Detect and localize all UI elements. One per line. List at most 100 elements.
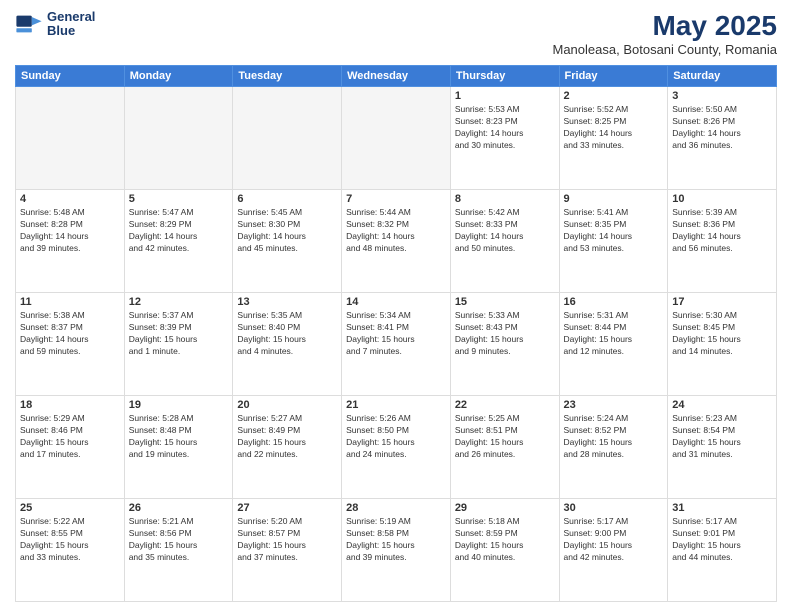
week-row-2: 4 Sunrise: 5:48 AM Sunset: 8:28 PM Daylig…	[16, 190, 777, 293]
day-info: Sunrise: 5:17 AM Sunset: 9:01 PM Dayligh…	[672, 516, 772, 564]
day-info: Sunrise: 5:48 AM Sunset: 8:28 PM Dayligh…	[20, 207, 120, 255]
day-number: 8	[455, 193, 555, 205]
cell-w4-d4: 22 Sunrise: 5:25 AM Sunset: 8:51 PM Dayli…	[450, 396, 559, 499]
cell-w3-d3: 14 Sunrise: 5:34 AM Sunset: 8:41 PM Dayli…	[342, 293, 451, 396]
day-number: 12	[129, 296, 229, 308]
col-monday: Monday	[124, 66, 233, 87]
day-info: Sunrise: 5:18 AM Sunset: 8:59 PM Dayligh…	[455, 516, 555, 564]
cell-w5-d6: 31 Sunrise: 5:17 AM Sunset: 9:01 PM Dayli…	[668, 499, 777, 602]
header: General Blue May 2025 Manoleasa, Botosan…	[15, 10, 777, 57]
day-info: Sunrise: 5:33 AM Sunset: 8:43 PM Dayligh…	[455, 310, 555, 358]
day-info: Sunrise: 5:41 AM Sunset: 8:35 PM Dayligh…	[564, 207, 664, 255]
subtitle: Manoleasa, Botosani County, Romania	[553, 42, 778, 57]
page: General Blue May 2025 Manoleasa, Botosan…	[0, 0, 792, 612]
day-number: 6	[237, 193, 337, 205]
week-row-4: 18Sunrise: 5:29 AM Sunset: 8:46 PM Dayli…	[16, 396, 777, 499]
day-number: 7	[346, 193, 446, 205]
week-row-5: 25 Sunrise: 5:22 AM Sunset: 8:55 PM Dayli…	[16, 499, 777, 602]
cell-w1-d3	[342, 87, 451, 190]
col-friday: Friday	[559, 66, 668, 87]
day-number: 28	[346, 502, 446, 514]
day-info: Sunrise: 5:31 AM Sunset: 8:44 PM Dayligh…	[564, 310, 664, 358]
cell-w4-d2: 20 Sunrise: 5:27 AM Sunset: 8:49 PM Dayli…	[233, 396, 342, 499]
day-info: Sunrise: 5:24 AM Sunset: 8:52 PM Dayligh…	[564, 413, 664, 461]
cell-w4-d5: 23 Sunrise: 5:24 AM Sunset: 8:52 PM Dayli…	[559, 396, 668, 499]
day-info: Sunrise: 5:37 AM Sunset: 8:39 PM Dayligh…	[129, 310, 229, 358]
cell-w2-d4: 8 Sunrise: 5:42 AM Sunset: 8:33 PM Daylig…	[450, 190, 559, 293]
day-info: Sunrise: 5:52 AM Sunset: 8:25 PM Dayligh…	[564, 104, 664, 152]
day-info: Sunrise: 5:45 AM Sunset: 8:30 PM Dayligh…	[237, 207, 337, 255]
day-info: Sunrise: 5:22 AM Sunset: 8:55 PM Dayligh…	[20, 516, 120, 564]
day-info: Sunrise: 5:26 AM Sunset: 8:50 PM Dayligh…	[346, 413, 446, 461]
col-sunday: Sunday	[16, 66, 125, 87]
day-number: 21	[346, 399, 446, 411]
day-info: Sunrise: 5:27 AM Sunset: 8:49 PM Dayligh…	[237, 413, 337, 461]
cell-w1-d5: 2Sunrise: 5:52 AM Sunset: 8:25 PM Daylig…	[559, 87, 668, 190]
col-tuesday: Tuesday	[233, 66, 342, 87]
calendar-table: Sunday Monday Tuesday Wednesday Thursday…	[15, 65, 777, 602]
day-info: Sunrise: 5:47 AM Sunset: 8:29 PM Dayligh…	[129, 207, 229, 255]
cell-w5-d1: 26 Sunrise: 5:21 AM Sunset: 8:56 PM Dayli…	[124, 499, 233, 602]
day-number: 14	[346, 296, 446, 308]
cell-w2-d1: 5 Sunrise: 5:47 AM Sunset: 8:29 PM Daylig…	[124, 190, 233, 293]
cell-w2-d6: 10Sunrise: 5:39 AM Sunset: 8:36 PM Dayli…	[668, 190, 777, 293]
day-number: 20	[237, 399, 337, 411]
cell-w3-d4: 15 Sunrise: 5:33 AM Sunset: 8:43 PM Dayli…	[450, 293, 559, 396]
cell-w3-d1: 12 Sunrise: 5:37 AM Sunset: 8:39 PM Dayli…	[124, 293, 233, 396]
day-number: 4	[20, 193, 120, 205]
cell-w4-d1: 19Sunrise: 5:28 AM Sunset: 8:48 PM Dayli…	[124, 396, 233, 499]
cell-w4-d0: 18Sunrise: 5:29 AM Sunset: 8:46 PM Dayli…	[16, 396, 125, 499]
day-info: Sunrise: 5:50 AM Sunset: 8:26 PM Dayligh…	[672, 104, 772, 152]
day-number: 17	[672, 296, 772, 308]
cell-w2-d3: 7 Sunrise: 5:44 AM Sunset: 8:32 PM Daylig…	[342, 190, 451, 293]
day-number: 26	[129, 502, 229, 514]
week-row-3: 11 Sunrise: 5:38 AM Sunset: 8:37 PM Dayli…	[16, 293, 777, 396]
logo-icon	[15, 10, 43, 38]
day-info: Sunrise: 5:42 AM Sunset: 8:33 PM Dayligh…	[455, 207, 555, 255]
day-number: 23	[564, 399, 664, 411]
day-info: Sunrise: 5:17 AM Sunset: 9:00 PM Dayligh…	[564, 516, 664, 564]
cell-w2-d0: 4 Sunrise: 5:48 AM Sunset: 8:28 PM Daylig…	[16, 190, 125, 293]
day-info: Sunrise: 5:39 AM Sunset: 8:36 PM Dayligh…	[672, 207, 772, 255]
cell-w5-d4: 29 Sunrise: 5:18 AM Sunset: 8:59 PM Dayli…	[450, 499, 559, 602]
day-number: 15	[455, 296, 555, 308]
main-title: May 2025	[553, 10, 778, 42]
day-info: Sunrise: 5:38 AM Sunset: 8:37 PM Dayligh…	[20, 310, 120, 358]
header-row: Sunday Monday Tuesday Wednesday Thursday…	[16, 66, 777, 87]
cell-w1-d0	[16, 87, 125, 190]
col-wednesday: Wednesday	[342, 66, 451, 87]
day-number: 22	[455, 399, 555, 411]
day-info: Sunrise: 5:21 AM Sunset: 8:56 PM Dayligh…	[129, 516, 229, 564]
day-number: 24	[672, 399, 772, 411]
day-number: 25	[20, 502, 120, 514]
cell-w3-d2: 13 Sunrise: 5:35 AM Sunset: 8:40 PM Dayli…	[233, 293, 342, 396]
cell-w1-d4: 1Sunrise: 5:53 AM Sunset: 8:23 PM Daylig…	[450, 87, 559, 190]
cell-w3-d6: 17Sunrise: 5:30 AM Sunset: 8:45 PM Dayli…	[668, 293, 777, 396]
week-row-1: 1Sunrise: 5:53 AM Sunset: 8:23 PM Daylig…	[16, 87, 777, 190]
cell-w5-d2: 27Sunrise: 5:20 AM Sunset: 8:57 PM Dayli…	[233, 499, 342, 602]
cell-w2-d2: 6 Sunrise: 5:45 AM Sunset: 8:30 PM Daylig…	[233, 190, 342, 293]
day-info: Sunrise: 5:25 AM Sunset: 8:51 PM Dayligh…	[455, 413, 555, 461]
day-info: Sunrise: 5:44 AM Sunset: 8:32 PM Dayligh…	[346, 207, 446, 255]
cell-w4-d6: 24 Sunrise: 5:23 AM Sunset: 8:54 PM Dayli…	[668, 396, 777, 499]
day-number: 13	[237, 296, 337, 308]
cell-w1-d1	[124, 87, 233, 190]
day-number: 3	[672, 90, 772, 102]
day-info: Sunrise: 5:35 AM Sunset: 8:40 PM Dayligh…	[237, 310, 337, 358]
day-info: Sunrise: 5:29 AM Sunset: 8:46 PM Dayligh…	[20, 413, 120, 461]
cell-w5-d0: 25 Sunrise: 5:22 AM Sunset: 8:55 PM Dayli…	[16, 499, 125, 602]
cell-w1-d6: 3 Sunrise: 5:50 AM Sunset: 8:26 PM Daylig…	[668, 87, 777, 190]
logo: General Blue	[15, 10, 95, 39]
cell-w3-d5: 16Sunrise: 5:31 AM Sunset: 8:44 PM Dayli…	[559, 293, 668, 396]
cell-w2-d5: 9Sunrise: 5:41 AM Sunset: 8:35 PM Daylig…	[559, 190, 668, 293]
day-number: 27	[237, 502, 337, 514]
col-thursday: Thursday	[450, 66, 559, 87]
day-number: 5	[129, 193, 229, 205]
day-number: 11	[20, 296, 120, 308]
day-number: 31	[672, 502, 772, 514]
cell-w5-d5: 30Sunrise: 5:17 AM Sunset: 9:00 PM Dayli…	[559, 499, 668, 602]
day-info: Sunrise: 5:23 AM Sunset: 8:54 PM Dayligh…	[672, 413, 772, 461]
day-number: 29	[455, 502, 555, 514]
day-info: Sunrise: 5:34 AM Sunset: 8:41 PM Dayligh…	[346, 310, 446, 358]
cell-w3-d0: 11 Sunrise: 5:38 AM Sunset: 8:37 PM Dayli…	[16, 293, 125, 396]
